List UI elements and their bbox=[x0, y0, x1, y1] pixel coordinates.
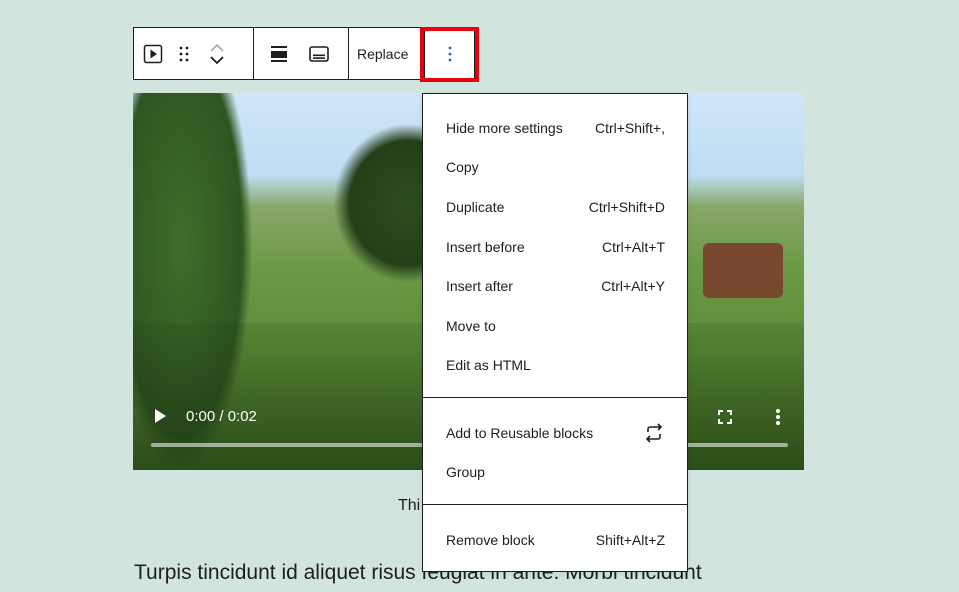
menu-item-shortcut: Ctrl+Shift+D bbox=[588, 198, 665, 215]
menu-item-insert-after[interactable]: Insert after Ctrl+Alt+Y bbox=[423, 266, 687, 306]
toolbar-group-replace: Replace bbox=[349, 28, 425, 79]
menu-item-copy[interactable]: Copy bbox=[423, 148, 687, 188]
menu-item-add-to-reusable-blocks[interactable]: Add to Reusable blocks bbox=[423, 413, 687, 453]
video-block-icon[interactable] bbox=[134, 28, 172, 79]
caption-icon[interactable] bbox=[304, 28, 334, 79]
menu-section-tools: Hide more settings Ctrl+Shift+, Copy Dup… bbox=[423, 94, 687, 398]
menu-item-shortcut: Ctrl+Alt+T bbox=[601, 238, 665, 255]
menu-item-duplicate[interactable]: Duplicate Ctrl+Shift+D bbox=[423, 187, 687, 227]
menu-item-insert-before[interactable]: Insert before Ctrl+Alt+T bbox=[423, 227, 687, 267]
move-arrows bbox=[196, 28, 238, 79]
menu-item-move-to[interactable]: Move to bbox=[423, 306, 687, 346]
menu-item-edit-as-html[interactable]: Edit as HTML bbox=[423, 346, 687, 386]
menu-item-label: Hide more settings bbox=[446, 119, 563, 136]
fullscreen-icon[interactable] bbox=[718, 410, 732, 424]
menu-item-label: Copy bbox=[446, 159, 479, 176]
play-icon[interactable] bbox=[155, 409, 166, 423]
menu-item-label: Edit as HTML bbox=[446, 357, 531, 374]
drag-handle-icon[interactable] bbox=[172, 28, 196, 79]
move-down-icon[interactable] bbox=[210, 55, 224, 65]
menu-item-label: Move to bbox=[446, 317, 496, 334]
video-frame-tractor bbox=[703, 243, 783, 298]
block-options-menu: Hide more settings Ctrl+Shift+, Copy Dup… bbox=[422, 93, 688, 572]
menu-item-label: Insert before bbox=[446, 238, 525, 255]
menu-item-shortcut: Ctrl+Shift+, bbox=[594, 119, 665, 136]
video-time: 0:00 / 0:02 bbox=[186, 408, 257, 425]
menu-item-shortcut: Shift+Alt+Z bbox=[595, 531, 665, 548]
align-wide-icon[interactable] bbox=[254, 28, 304, 79]
menu-section-reusable: Add to Reusable blocks Group bbox=[423, 398, 687, 505]
move-up-icon[interactable] bbox=[210, 43, 224, 52]
more-options-icon[interactable] bbox=[425, 28, 474, 79]
menu-item-shortcut: Ctrl+Alt+Y bbox=[601, 278, 665, 295]
menu-item-label: Duplicate bbox=[446, 198, 505, 215]
menu-item-group[interactable]: Group bbox=[423, 453, 687, 493]
toolbar-group-align bbox=[254, 28, 349, 79]
replace-button[interactable]: Replace bbox=[349, 28, 416, 79]
toolbar-group-options bbox=[425, 28, 474, 79]
menu-section-remove: Remove block Shift+Alt+Z bbox=[423, 505, 687, 570]
menu-item-label: Insert after bbox=[446, 278, 513, 295]
menu-item-label: Remove block bbox=[446, 531, 535, 548]
video-caption[interactable]: Thi bbox=[398, 497, 420, 515]
video-more-icon[interactable] bbox=[773, 408, 783, 426]
menu-item-hide-more-settings[interactable]: Hide more settings Ctrl+Shift+, bbox=[423, 108, 687, 148]
menu-item-remove-block[interactable]: Remove block Shift+Alt+Z bbox=[423, 520, 687, 560]
toolbar-group-block bbox=[134, 28, 254, 79]
menu-item-label: Group bbox=[446, 464, 485, 481]
reusable-icon bbox=[645, 423, 663, 443]
menu-item-label: Add to Reusable blocks bbox=[446, 424, 594, 441]
block-toolbar: Replace bbox=[133, 27, 475, 80]
